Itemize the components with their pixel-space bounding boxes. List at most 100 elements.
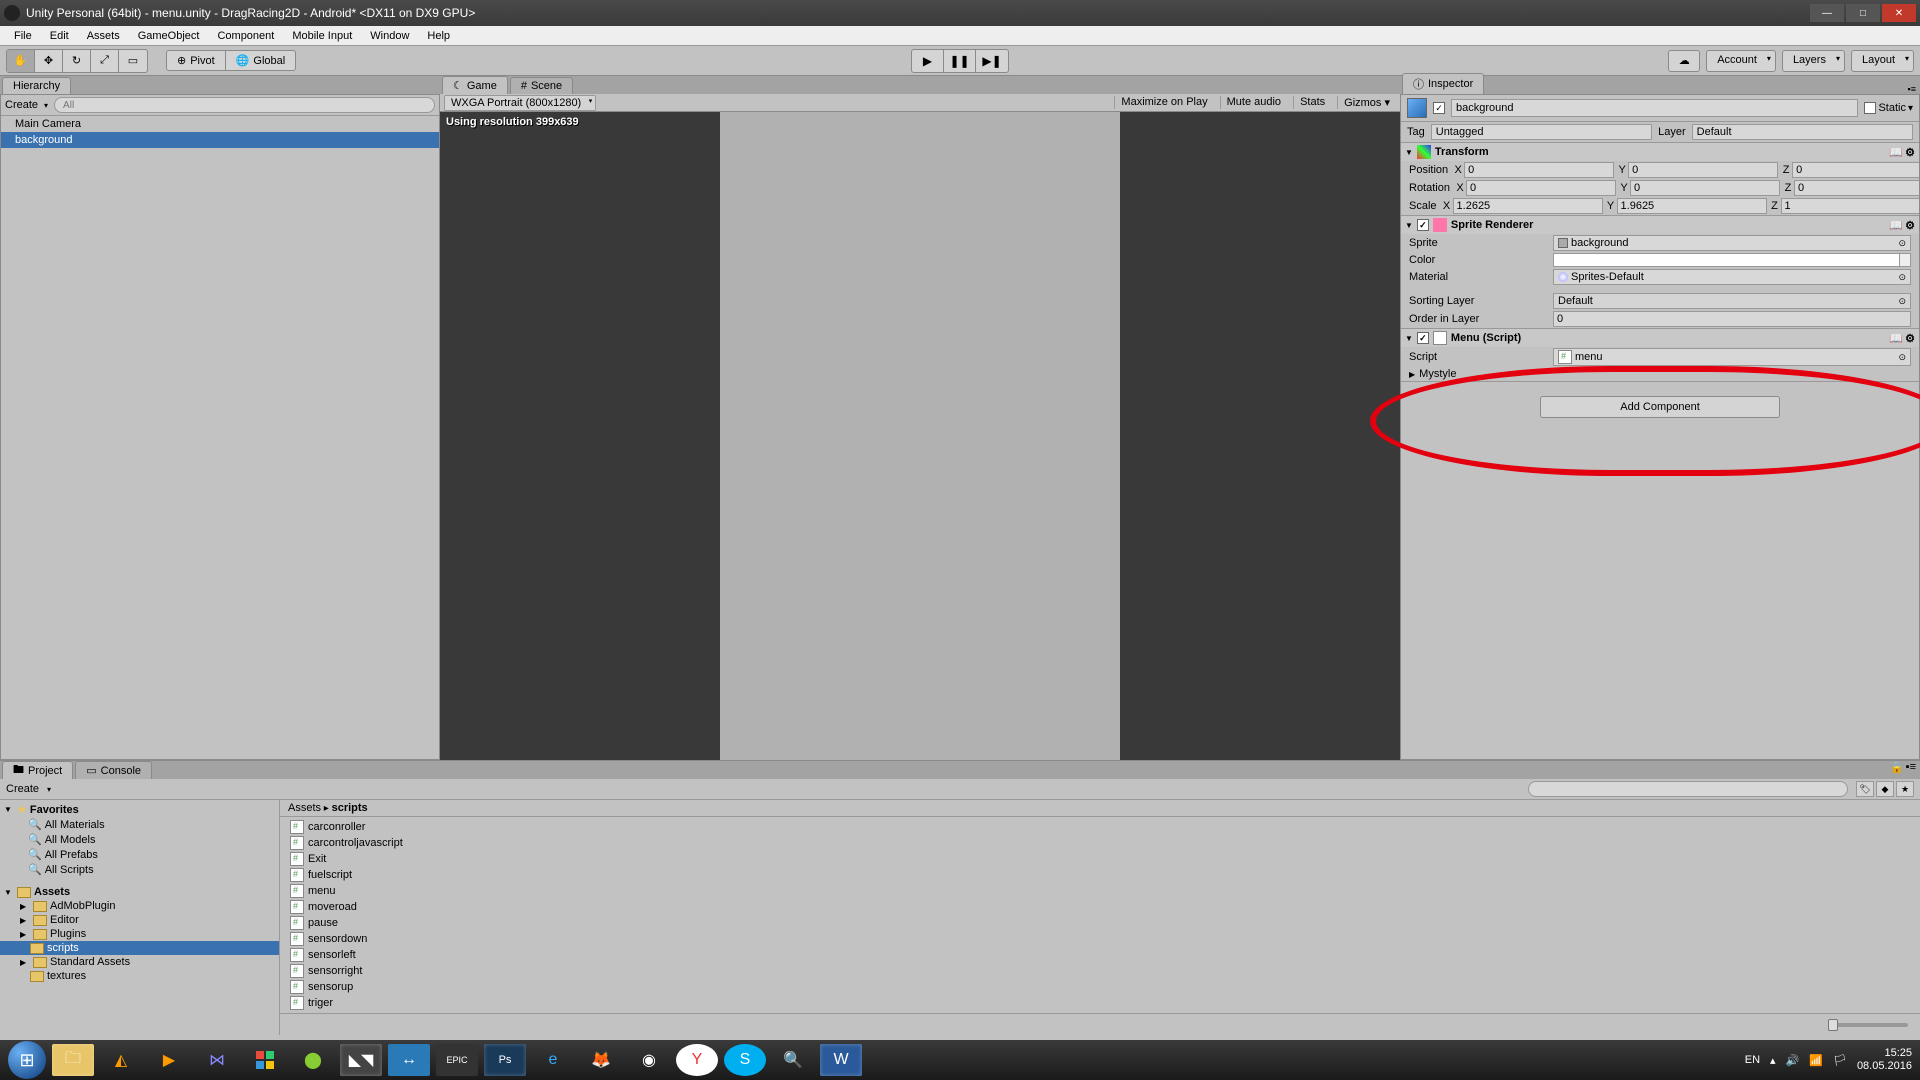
game-tab[interactable]: ☾ Game — [442, 76, 508, 94]
pos-y[interactable] — [1628, 162, 1778, 178]
gameobject-name-field[interactable] — [1451, 99, 1858, 117]
file-item[interactable]: pause — [280, 915, 1920, 931]
folder-plugins[interactable]: ▶Plugins — [0, 927, 279, 941]
pause-button[interactable]: ❚❚ — [944, 50, 976, 72]
file-item[interactable]: triger — [280, 995, 1920, 1011]
active-checkbox[interactable]: ✓ — [1433, 102, 1445, 114]
global-toggle[interactable]: 🌐Global — [226, 51, 296, 70]
gear-icon[interactable]: ⚙ — [1905, 219, 1915, 232]
word-taskicon[interactable]: W — [820, 1044, 862, 1076]
file-item[interactable]: fuelscript — [280, 867, 1920, 883]
folder-editor[interactable]: ▶Editor — [0, 913, 279, 927]
chrome-taskicon[interactable]: ◉ — [628, 1044, 670, 1076]
sorting-layer-dropdown[interactable]: Default — [1553, 293, 1911, 309]
order-in-layer[interactable] — [1553, 311, 1911, 327]
favorites-header[interactable]: ▼★Favorites — [0, 802, 279, 817]
lock-icon[interactable]: 🔒 — [1890, 761, 1904, 779]
file-item[interactable]: carcontroljavascript — [280, 835, 1920, 851]
sprite-enable-checkbox[interactable]: ✓ — [1417, 219, 1429, 231]
script-field[interactable]: menu — [1553, 348, 1911, 366]
game-viewport[interactable]: Using resolution 399x639 — [440, 112, 1400, 760]
layer-dropdown[interactable]: Default — [1692, 124, 1913, 140]
gear-icon[interactable]: ⚙ — [1905, 146, 1915, 159]
rot-x[interactable] — [1466, 180, 1616, 196]
help-icon[interactable]: 📖 — [1889, 146, 1903, 159]
explorer-taskicon[interactable]: 🗀 — [52, 1044, 94, 1076]
sprite-header[interactable]: ▼ ✓ Sprite Renderer 📖⚙ — [1401, 216, 1919, 234]
yandex-taskicon[interactable]: Y — [676, 1044, 718, 1076]
app2-taskicon[interactable] — [244, 1044, 286, 1076]
icon-size-slider[interactable] — [1828, 1023, 1908, 1027]
folder-standard-assets[interactable]: ▶Standard Assets — [0, 955, 279, 969]
static-checkbox[interactable] — [1864, 102, 1876, 114]
transform-header[interactable]: ▼ Transform 📖⚙ — [1401, 143, 1919, 161]
wmp-taskicon[interactable]: ▶ — [148, 1044, 190, 1076]
tray-chevron-icon[interactable]: ▴ — [1770, 1054, 1776, 1067]
inspector-tab[interactable]: ⓘ Inspector — [1402, 73, 1484, 94]
filter-type-icon[interactable]: 🏷 — [1856, 781, 1874, 797]
console-tab[interactable]: ▭ Console — [75, 761, 152, 779]
hierarchy-create[interactable]: Create — [5, 99, 38, 111]
pivot-toggle[interactable]: ⊕Pivot — [167, 51, 226, 70]
color-field[interactable] — [1553, 253, 1911, 267]
ie-taskicon[interactable]: e — [532, 1044, 574, 1076]
layers-dropdown[interactable]: Layers — [1782, 50, 1845, 72]
stats-toggle[interactable]: Stats — [1293, 96, 1331, 109]
rot-z[interactable] — [1794, 180, 1920, 196]
hierarchy-search[interactable] — [54, 97, 435, 113]
fav-prefabs[interactable]: 🔍All Prefabs — [0, 847, 279, 862]
rect-tool[interactable]: ▭ — [119, 50, 147, 72]
lang-indicator[interactable]: EN — [1745, 1054, 1760, 1066]
epic-taskicon[interactable]: EPIC — [436, 1044, 478, 1076]
inspector-menu-icon[interactable]: ▪≡ — [1908, 84, 1916, 94]
cloud-button[interactable]: ☁ — [1668, 50, 1700, 72]
file-item[interactable]: sensorleft — [280, 947, 1920, 963]
scale-z[interactable] — [1781, 198, 1920, 214]
magnifier-taskicon[interactable]: 🔍 — [772, 1044, 814, 1076]
save-search-icon[interactable]: ★ — [1896, 781, 1914, 797]
menu-script-header[interactable]: ▼ ✓ Menu (Script) 📖⚙ — [1401, 329, 1919, 347]
action-center-icon[interactable]: 🏳 — [1833, 1054, 1847, 1067]
menu-edit[interactable]: Edit — [42, 28, 77, 44]
resolution-dropdown[interactable]: WXGA Portrait (800x1280) — [444, 95, 596, 111]
tag-dropdown[interactable]: Untagged — [1431, 124, 1652, 140]
help-icon[interactable]: 📖 — [1889, 332, 1903, 345]
menu-window[interactable]: Window — [362, 28, 417, 44]
project-create[interactable]: Create — [6, 783, 39, 795]
filter-label-icon[interactable]: ◆ — [1876, 781, 1894, 797]
android-studio-taskicon[interactable]: ⬤ — [292, 1044, 334, 1076]
folder-scripts[interactable]: scripts — [0, 941, 279, 955]
hierarchy-tab[interactable]: Hierarchy — [2, 77, 71, 94]
maximize-button[interactable]: □ — [1846, 4, 1880, 22]
gizmos-dropdown[interactable]: Gizmos ▾ — [1337, 96, 1396, 109]
assets-header[interactable]: ▼Assets — [0, 885, 279, 899]
breadcrumb[interactable]: Assets ▸ scripts — [280, 800, 1920, 817]
project-search[interactable] — [1528, 781, 1848, 797]
scale-x[interactable] — [1453, 198, 1603, 214]
minimize-button[interactable]: — — [1810, 4, 1844, 22]
pos-z[interactable] — [1792, 162, 1920, 178]
unity-taskicon[interactable]: ◣◥ — [340, 1044, 382, 1076]
move-tool[interactable]: ✥ — [35, 50, 63, 72]
skype-taskicon[interactable]: S — [724, 1044, 766, 1076]
gear-icon[interactable]: ⚙ — [1905, 332, 1915, 345]
file-item[interactable]: sensorright — [280, 963, 1920, 979]
close-button[interactable]: ✕ — [1882, 4, 1916, 22]
clock[interactable]: 15:25 08.05.2016 — [1857, 1047, 1912, 1073]
sprite-field[interactable]: background — [1553, 235, 1911, 251]
hand-tool[interactable]: ✋ — [7, 50, 35, 72]
panel-menu-icon[interactable]: ▪≡ — [1906, 761, 1916, 779]
folder-admob[interactable]: ▶AdMobPlugin — [0, 899, 279, 913]
volume-icon[interactable]: 🔊 — [1786, 1054, 1800, 1067]
file-item[interactable]: Exit — [280, 851, 1920, 867]
step-button[interactable]: ▶❚ — [976, 50, 1008, 72]
rotate-tool[interactable]: ↻ — [63, 50, 91, 72]
fav-materials[interactable]: 🔍All Materials — [0, 817, 279, 832]
layout-dropdown[interactable]: Layout — [1851, 50, 1914, 72]
start-button[interactable]: ⊞ — [8, 1041, 46, 1079]
app-taskicon[interactable]: ⋈ — [196, 1044, 238, 1076]
add-component-button[interactable]: Add Component — [1540, 396, 1780, 418]
play-button[interactable]: ▶ — [912, 50, 944, 72]
hierarchy-item-camera[interactable]: Main Camera — [1, 116, 439, 132]
network-icon[interactable]: 📶 — [1809, 1054, 1823, 1067]
